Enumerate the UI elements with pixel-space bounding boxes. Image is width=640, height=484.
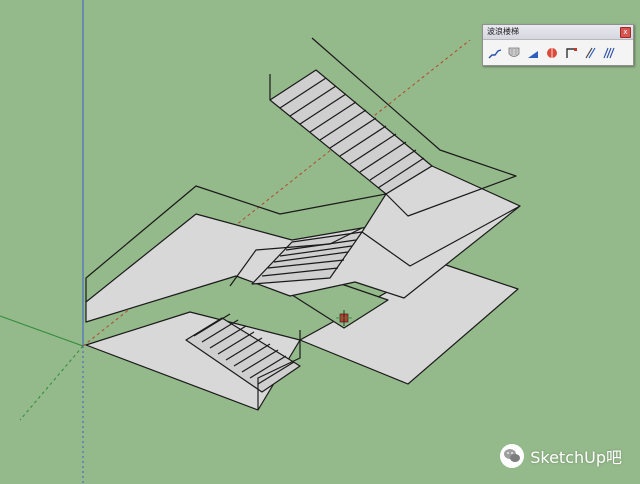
straight-stair-button[interactable]: [486, 43, 503, 63]
spiral-tool-button[interactable]: [543, 43, 560, 63]
parallel-rails-icon: [602, 47, 615, 59]
close-icon[interactable]: x: [620, 27, 631, 38]
watermark-text: SketchUp吧: [530, 448, 622, 467]
stair-line-icon: [488, 49, 501, 59]
model-viewport[interactable]: [0, 0, 640, 484]
upper-stair-flight: [269, 69, 433, 195]
railing-corner-icon: [565, 48, 577, 58]
toolbar-title: 波浪楼梯: [483, 25, 633, 40]
upper-stair-steps: [279, 77, 425, 189]
baluster-tool-button[interactable]: [581, 43, 598, 63]
shield-tool-button[interactable]: [505, 43, 522, 63]
wechat-icon: [500, 444, 525, 468]
spiral-stair-icon: [546, 48, 557, 58]
multi-rail-tool-button[interactable]: [600, 43, 617, 63]
baluster-icon: [584, 47, 596, 59]
toolbar-buttons: [483, 40, 633, 63]
watermark: SketchUp吧: [500, 442, 622, 470]
ramp-icon: [527, 51, 538, 58]
shield-icon: [508, 47, 519, 57]
model-canvas[interactable]: [0, 0, 640, 484]
ramp-tool-button[interactable]: [524, 43, 541, 63]
wave-stair-toolbar[interactable]: 波浪楼梯 x: [482, 24, 634, 66]
green-axis: [0, 315, 84, 347]
railing-tool-button[interactable]: [562, 43, 579, 63]
green-axis-dotted: [19, 345, 84, 421]
